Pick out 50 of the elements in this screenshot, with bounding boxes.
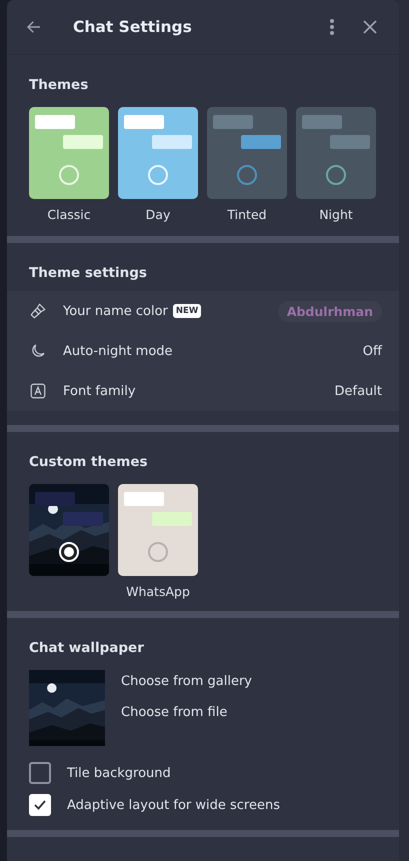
window-title: Chat Settings [73,18,193,36]
setting-value: Off [362,344,382,358]
brush-icon [29,302,47,320]
message-bubble [213,115,253,129]
font-icon [29,382,47,400]
theme-card[interactable] [296,107,376,199]
section-heading: Theme settings [28,265,148,281]
settings-row[interactable]: Font family Default [7,371,399,411]
message-bubble [241,135,281,149]
setting-label: Auto-night mode [63,344,173,358]
section-heading: Custom themes [28,454,149,470]
message-bubble [35,115,75,129]
theme-label: Day [146,207,170,222]
message-bubble [63,512,103,526]
message-bubble [152,512,192,526]
settings-row[interactable]: Your name color NEW Abdulrhman [7,291,399,331]
theme-label: WhatsApp [126,584,190,599]
message-bubble [302,115,342,129]
checkbox-label: Tile background [67,766,171,780]
radio-button[interactable] [148,542,168,562]
wallpaper-link[interactable]: Choose from gallery [121,674,252,689]
message-bubble [152,135,192,149]
message-bubble [124,115,164,129]
message-bubble [124,492,164,506]
radio-button[interactable] [237,165,257,185]
more-icon [329,18,335,36]
theme-card[interactable] [29,107,109,199]
theme-label: Night [319,207,353,222]
wallpaper-link[interactable]: Choose from file [121,705,252,720]
checkbox[interactable] [29,762,51,784]
checkbox-label: Adaptive layout for wide screens [67,798,280,812]
theme-card[interactable] [207,107,287,199]
setting-value: Default [334,384,382,398]
theme-label: Tinted [227,207,267,222]
section-heading: Chat wallpaper [28,640,145,656]
section-heading: Themes [28,77,90,93]
new-badge: NEW [172,304,202,318]
message-bubble [330,135,370,149]
setting-label: Your name color [63,304,168,318]
message-bubble [35,492,75,506]
message-bubble [63,135,103,149]
name-color-value: Abdulrhman [278,300,382,322]
setting-label: Font family [63,384,136,398]
settings-row[interactable]: Auto-night mode Off [7,331,399,371]
theme-card[interactable] [118,107,198,199]
theme-card[interactable] [118,484,198,576]
radio-button[interactable] [326,165,346,185]
theme-label: Classic [47,207,91,222]
checkbox[interactable] [29,794,51,816]
checkmark-icon [34,800,46,810]
